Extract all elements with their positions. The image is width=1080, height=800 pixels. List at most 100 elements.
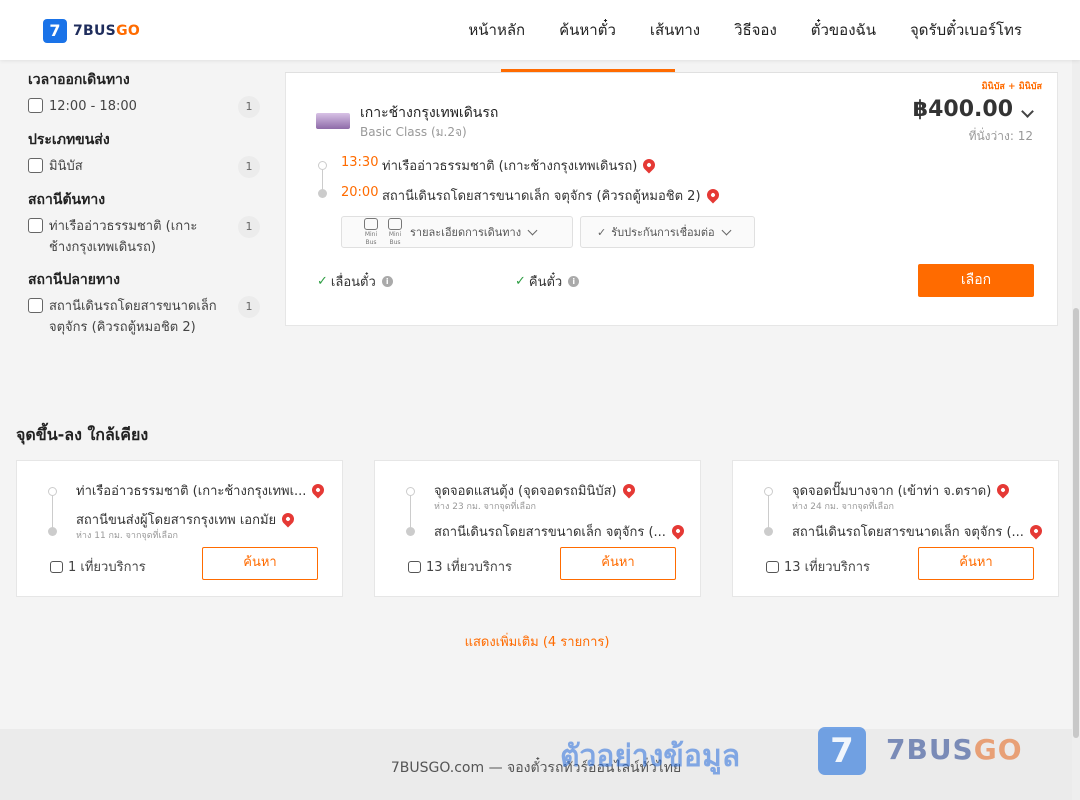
chevron-down-icon [721, 225, 732, 235]
check-icon: ✓ [597, 225, 607, 239]
nav-routes[interactable]: เส้นทาง [650, 18, 700, 42]
origin-dot-icon [318, 161, 327, 170]
trip-details-label: รายละเอียดการเดินทาง [410, 226, 522, 239]
filter-option-wrap: มินิบัส [28, 156, 219, 177]
filter-checkbox[interactable] [28, 98, 43, 113]
map-pin-icon[interactable] [669, 522, 687, 540]
origin-dot-icon [48, 487, 57, 496]
destination-dot-icon [48, 527, 57, 536]
filter-option[interactable]: 12:00 - 18:00 1 [28, 96, 260, 118]
nearby-to: สถานีเดินรถโดยสารขนาดเล็ก จตุจักร (... [792, 521, 1045, 542]
nav-how-to-book[interactable]: วิธีจอง [734, 18, 777, 42]
trip-count-label: 1 เที่ยวบริการ [68, 560, 146, 575]
minibus-label: Mini Bus [364, 230, 378, 246]
logo-accent: GO [116, 23, 141, 39]
watermark-logo-mark: 7 [818, 727, 866, 775]
filter-option-wrap: สถานีเดินรถโดยสารขนาดเล็ก จตุจักร (คิวรถ… [28, 296, 219, 338]
refund-label: คืนตั๋ว [528, 275, 563, 290]
filter-checkbox[interactable] [28, 158, 43, 173]
filter-option[interactable]: สถานีเดินรถโดยสารขนาดเล็ก จตุจักร (คิวรถ… [28, 296, 260, 338]
destination-dot-icon [406, 527, 415, 536]
minibus-label: Mini Bus [388, 230, 402, 246]
filter-option[interactable]: ท่าเรืออ่าวธรรมชาติ (เกาะช้างกรุงเทพเดิน… [28, 216, 260, 258]
trip-details-dropdown[interactable]: Mini Bus Mini Bus รายละเอียดการเดินทาง [341, 216, 573, 248]
watermark-brand-accent: GO [973, 733, 1023, 766]
watermark-brand: 7BUSGO [886, 733, 1023, 766]
filter-option[interactable]: มินิบัส 1 [28, 156, 260, 178]
info-icon[interactable]: i [568, 276, 580, 287]
arrival-stop: สถานีเดินรถโดยสารขนาดเล็ก จตุจักร (คิวรถ… [382, 185, 722, 206]
operator-name: เกาะช้างกรุงเทพเดินรถ [360, 105, 499, 121]
nav-my-tickets[interactable]: ตั๋วของฉัน [811, 18, 876, 42]
filter-checkbox[interactable] [28, 298, 43, 313]
filter-group-vehicle-type: ประเภทขนส่ง มินิบัส 1 [28, 128, 260, 178]
operator-logo [316, 113, 350, 129]
nav-pickup-points[interactable]: จุดรับตั๋วเบอร์โทร [910, 18, 1022, 42]
filter-count-badge: 1 [238, 96, 260, 118]
filter-checkbox[interactable] [28, 218, 43, 233]
price-chevron-down-icon[interactable] [1021, 105, 1034, 118]
map-pin-icon[interactable] [640, 156, 658, 174]
nearby-from: จุดจอดแสนตุ้ง (จุดจอดรถมินิบัส) [434, 480, 638, 501]
filter-option-label: สถานีเดินรถโดยสารขนาดเล็ก จตุจักร (คิวรถ… [49, 299, 217, 335]
logo-mark: 7 [43, 19, 67, 43]
filter-option-wrap: ท่าเรืออ่าวธรรมชาติ (เกาะช้างกรุงเทพเดิน… [28, 216, 219, 258]
info-icon[interactable]: i [381, 276, 393, 287]
show-more-link[interactable]: แสดงเพิ่มเติม (4 รายการ) [0, 631, 1074, 652]
timeline-line [410, 494, 411, 530]
filter-option-label: ท่าเรืออ่าวธรรมชาติ (เกาะช้างกรุงเทพเดิน… [49, 219, 198, 255]
map-pin-icon[interactable] [994, 481, 1012, 499]
nearby-distance: ห่าง 11 กม. จากจุดที่เลือก [76, 531, 178, 541]
filter-count-badge: 1 [238, 216, 260, 238]
filter-option-label: 12:00 - 18:00 [49, 99, 137, 114]
nearby-to: สถานีเดินรถโดยสารขนาดเล็ก จตุจักร (... [434, 521, 687, 542]
trip-result-card: มินิบัส + มินิบัส เกาะช้างกรุงเทพเดินรถ … [285, 73, 1058, 326]
filter-count-badge: 1 [238, 296, 260, 318]
nav-home[interactable]: หน้าหลัก [468, 18, 525, 42]
nearby-from: ท่าเรืออ่าวธรรมชาติ (เกาะช้างกรุงเทพเ... [76, 480, 327, 501]
origin-dot-icon [764, 487, 773, 496]
check-icon: ✓ [317, 274, 328, 289]
departure-stop-name: ท่าเรืออ่าวธรรมชาติ (เกาะช้างกรุงเทพเดิน… [382, 159, 638, 174]
map-pin-icon[interactable] [1027, 522, 1045, 540]
filter-group-departure-time: เวลาออกเดินทาง 12:00 - 18:00 1 [28, 68, 260, 118]
connection-guarantee-dropdown[interactable]: ✓ รับประกันการเชื่อมต่อ [580, 216, 755, 248]
nearby-from-name: จุดจอดปั๊มบางจาก (เข้าท่า จ.ตราด) [792, 484, 992, 499]
bus-icon [408, 560, 421, 573]
refund-perk: ✓ คืนตั๋ว i [515, 271, 580, 292]
trip-count-label: 13 เที่ยวบริการ [426, 560, 512, 575]
select-trip-button[interactable]: เลือก [918, 264, 1034, 297]
minibus-icon: Mini Bus [386, 217, 404, 247]
active-tab-indicator [501, 69, 675, 72]
minibus-icon: Mini Bus [362, 217, 380, 247]
chevron-down-icon [527, 225, 538, 235]
map-pin-icon[interactable] [620, 481, 638, 499]
filter-title: สถานีปลายทาง [28, 272, 120, 288]
reschedule-label: เลื่อนตั๋ว [330, 275, 376, 290]
nav-search-tickets[interactable]: ค้นหาตั๋ว [559, 18, 616, 42]
nearby-section-title: จุดขึ้น-ลง ใกล้เคียง [16, 425, 149, 444]
map-pin-icon[interactable] [309, 481, 327, 499]
nearby-search-button[interactable]: ค้นหา [560, 547, 676, 580]
nearby-search-button[interactable]: ค้นหา [918, 547, 1034, 580]
nearby-to-name: สถานีเดินรถโดยสารขนาดเล็ก จตุจักร (... [792, 525, 1024, 540]
nearby-card: ท่าเรืออ่าวธรรมชาติ (เกาะช้างกรุงเทพเ...… [16, 460, 343, 597]
map-pin-icon[interactable] [704, 186, 722, 204]
seats-available: ที่นั่งว่าง: 12 [968, 129, 1033, 143]
filter-option-wrap: 12:00 - 18:00 [28, 96, 219, 117]
filter-sidebar: เวลาออกเดินทาง 12:00 - 18:00 1 ประเภทขนส… [28, 68, 260, 348]
arrival-time: 20:00 [341, 185, 379, 200]
main-nav: หน้าหลัก ค้นหาตั๋ว เส้นทาง วิธีจอง ตั๋วข… [468, 0, 1022, 60]
reschedule-perk: ✓ เลื่อนตั๋ว i [317, 271, 393, 292]
departure-time: 13:30 [341, 155, 379, 170]
site-logo[interactable]: 7 7BUSGO [43, 19, 140, 43]
map-pin-icon[interactable] [279, 510, 297, 528]
nearby-to-name: สถานีเดินรถโดยสารขนาดเล็ก จตุจักร (... [434, 525, 666, 540]
vehicle-type-tag: มินิบัส + มินิบัส [981, 82, 1042, 92]
check-icon: ✓ [515, 274, 526, 289]
nearby-search-button[interactable]: ค้นหา [202, 547, 318, 580]
bus-icon [388, 217, 402, 230]
scrollbar-thumb[interactable] [1073, 308, 1079, 738]
filter-title: ประเภทขนส่ง [28, 132, 110, 148]
trip-price[interactable]: ฿400.00 [913, 97, 1013, 122]
